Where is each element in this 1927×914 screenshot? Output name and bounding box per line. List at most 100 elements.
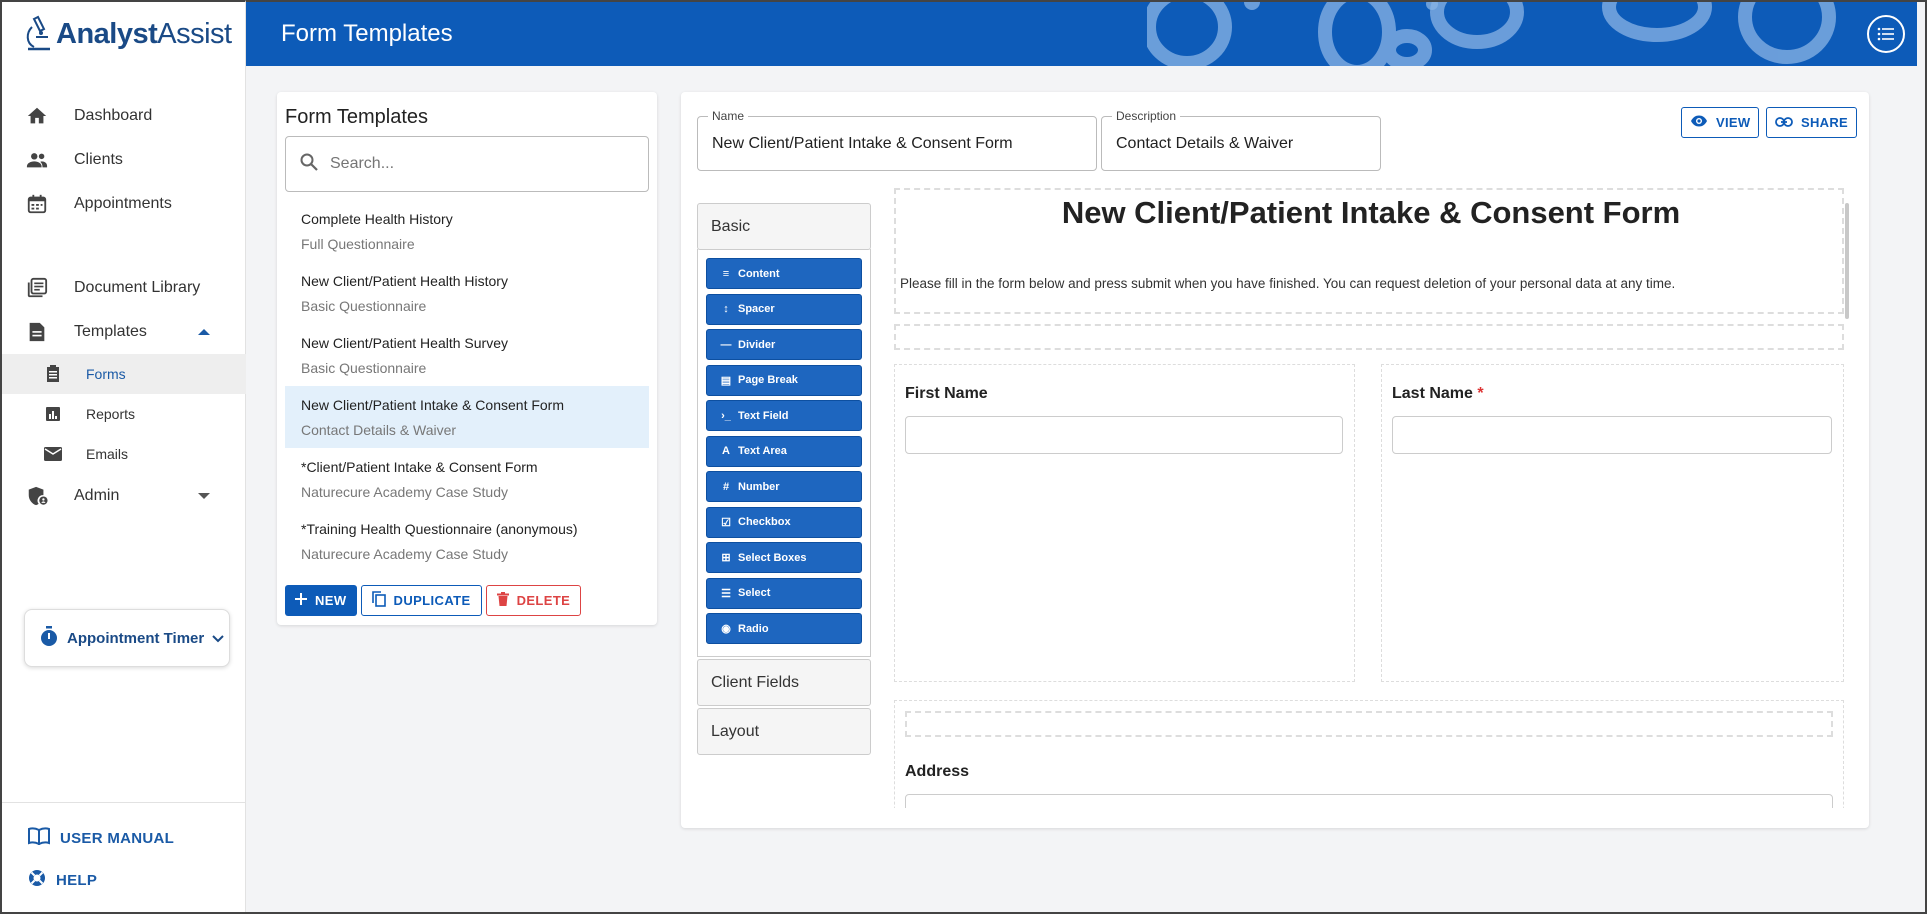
basic-group-label: Basic: [711, 217, 751, 235]
sidebar-subitem-label: Emails: [86, 446, 129, 462]
shield-icon: [26, 485, 48, 507]
template-description: Full Questionnaire: [301, 236, 415, 252]
vertical-arrows-icon: ↕: [723, 303, 729, 315]
new-button[interactable]: NEW: [285, 585, 357, 616]
home-icon: [26, 105, 48, 127]
page-title: Form Templates: [281, 20, 453, 47]
chevron-up-icon[interactable]: [198, 329, 210, 335]
list-item[interactable]: *Client/Patient Intake & Consent Form Na…: [285, 448, 649, 510]
sidebar-subitem-label: Forms: [86, 366, 126, 382]
component-divider[interactable]: — Divider: [706, 329, 862, 360]
microscope-icon: [26, 15, 50, 51]
template-name: *Training Health Questionnaire (anonymou…: [301, 521, 578, 537]
library-icon: [26, 277, 48, 299]
address-label: Address: [905, 763, 970, 780]
first-name-input[interactable]: [905, 416, 1343, 454]
help-label: HELP: [56, 871, 98, 889]
component-label: Spacer: [738, 303, 775, 315]
template-name: New Client/Patient Intake & Consent Form: [301, 397, 565, 413]
template-description: Naturecure Academy Case Study: [301, 546, 508, 562]
component-checkbox[interactable]: ☑ Checkbox: [706, 506, 862, 538]
template-name: New Client/Patient Health Survey: [301, 335, 508, 351]
terminal-icon: ›_: [721, 409, 731, 422]
help-link[interactable]: HELP: [2, 859, 246, 901]
sidebar-item-admin[interactable]: Admin: [2, 474, 246, 518]
duplicate-button[interactable]: DUPLICATE: [360, 585, 482, 616]
sidebar: AnalystAssist Dashboard Clients Appointm…: [0, 0, 246, 914]
sidebar-item-forms[interactable]: Forms: [2, 354, 246, 394]
sidebar-item-templates[interactable]: Templates: [2, 310, 246, 354]
component-text-field[interactable]: ›_ Text Field: [706, 400, 862, 431]
name-field[interactable]: Name New Client/Patient Intake & Consent…: [697, 109, 1097, 171]
chevron-down-icon: [212, 630, 224, 647]
new-label: NEW: [315, 593, 347, 608]
sidebar-item-clients[interactable]: Clients: [2, 138, 246, 182]
last-name-input[interactable]: [1392, 416, 1832, 454]
component-number[interactable]: # Number: [706, 471, 862, 502]
calendar-icon: [26, 193, 48, 215]
list-item[interactable]: Complete Health History Full Questionnai…: [285, 200, 649, 262]
sidebar-item-emails[interactable]: Emails: [2, 434, 246, 474]
sidebar-item-document-library[interactable]: Document Library: [2, 266, 246, 310]
spacer-component[interactable]: [905, 711, 1833, 737]
people-icon: [26, 149, 48, 171]
component-spacer[interactable]: ↕ Spacer: [706, 293, 862, 325]
report-icon: [44, 405, 62, 423]
search-input[interactable]: [330, 155, 610, 173]
component-label: Radio: [738, 622, 769, 635]
checkbox-icon: ☑: [721, 516, 731, 529]
document-icon: [26, 321, 48, 343]
component-content[interactable]: ≡ Content: [706, 258, 862, 289]
template-description: Naturecure Academy Case Study: [301, 484, 508, 500]
list-icon: [1877, 27, 1894, 41]
sidebar-footer: USER MANUAL HELP: [2, 802, 246, 912]
address-input[interactable]: [905, 794, 1833, 808]
sidebar-item-reports[interactable]: Reports: [2, 394, 246, 434]
template-name: New Client/Patient Health History: [301, 273, 508, 289]
list-item[interactable]: New Client/Patient Health Survey Basic Q…: [285, 324, 649, 386]
view-button[interactable]: VIEW: [1681, 107, 1760, 138]
sidebar-item-appointments[interactable]: Appointments: [2, 182, 246, 226]
form-editor-panel: Name New Client/Patient Intake & Consent…: [681, 92, 1869, 828]
file-icon: ▤: [720, 374, 732, 387]
content-component[interactable]: New Client/Patient Intake & Consent Form…: [894, 188, 1844, 314]
description-field[interactable]: Description Contact Details & Waiver: [1101, 109, 1381, 171]
email-icon: [44, 445, 62, 463]
plus-icon: [295, 593, 307, 608]
layout-group-header[interactable]: Layout: [697, 708, 871, 755]
component-label: Number: [738, 480, 780, 493]
component-label: Content: [738, 267, 780, 280]
user-manual-link[interactable]: USER MANUAL: [2, 817, 246, 859]
canvas-scrollbar[interactable]: [1844, 195, 1850, 807]
search-box[interactable]: [285, 136, 649, 192]
menu-button[interactable]: [1867, 15, 1905, 53]
spacer-component[interactable]: [894, 324, 1844, 350]
sidebar-item-dashboard[interactable]: Dashboard: [2, 94, 246, 138]
header-decoration: [1147, 2, 1836, 66]
component-text-area[interactable]: A Text Area: [706, 435, 862, 467]
list-item[interactable]: *Training Health Questionnaire (anonymou…: [285, 510, 649, 572]
list-item[interactable]: New Client/Patient Health History Basic …: [285, 262, 649, 324]
app-logo[interactable]: AnalystAssist: [24, 14, 232, 54]
component-radio[interactable]: ◉ Radio: [706, 613, 862, 644]
delete-button[interactable]: DELETE: [485, 585, 582, 616]
component-page-break[interactable]: ▤ Page Break: [706, 364, 862, 396]
chevron-down-icon[interactable]: [198, 493, 210, 499]
templates-panel: Form Templates Complete Health History F…: [277, 92, 657, 625]
template-name: Complete Health History: [301, 211, 453, 227]
component-label: Divider: [738, 338, 776, 351]
window-border-right: [1917, 0, 1927, 914]
scrollbar-thumb[interactable]: [1845, 203, 1849, 319]
list-item-selected[interactable]: New Client/Patient Intake & Consent Form…: [285, 386, 649, 448]
component-select[interactable]: ☰ Select: [706, 577, 862, 609]
component-select-boxes[interactable]: ⊞ Select Boxes: [706, 542, 862, 573]
logo-text-bold: Analyst: [56, 17, 158, 50]
column-left: First Name: [894, 364, 1355, 682]
templates-actions: NEW DUPLICATE DELETE: [285, 585, 582, 616]
client-fields-group-header[interactable]: Client Fields: [697, 659, 871, 706]
search-icon: [300, 153, 318, 176]
share-button[interactable]: SHARE: [1766, 107, 1858, 138]
component-label: Select Boxes: [738, 551, 807, 564]
appointment-timer-button[interactable]: Appointment Timer: [24, 609, 230, 667]
basic-group-header[interactable]: Basic: [697, 203, 871, 250]
